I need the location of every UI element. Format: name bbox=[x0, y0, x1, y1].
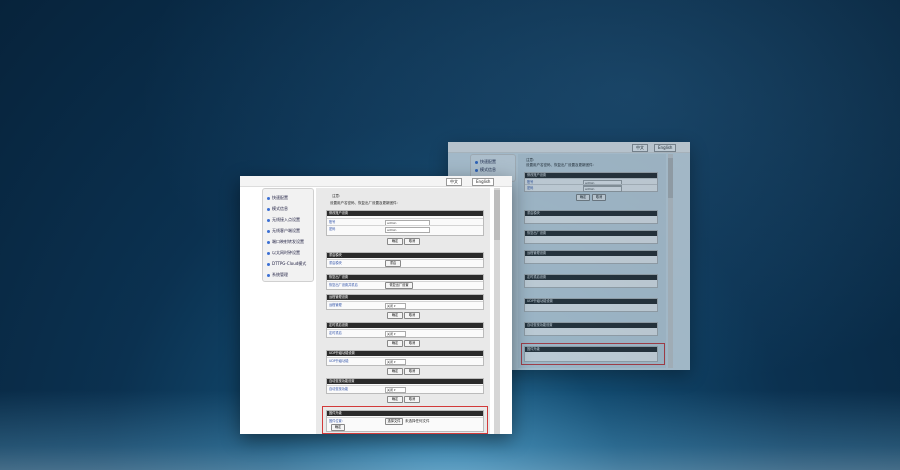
back-section-title: UDP升级功能设置 bbox=[525, 299, 657, 304]
bullet-icon bbox=[267, 262, 270, 266]
auto-cancel-button[interactable]: 取消 bbox=[404, 396, 420, 403]
timing-label: 定时重启 bbox=[329, 331, 342, 335]
back-section-reboot: 重启模块 bbox=[524, 210, 658, 224]
back-lang-zh-button[interactable]: 中文 bbox=[632, 144, 648, 152]
timing-ok-button[interactable]: 确定 bbox=[387, 340, 403, 347]
sidebar: 快速配置 模式信息 无线接入点设置 无线客户端设置 端口映射转发设置 以太网时钟… bbox=[262, 188, 314, 282]
password-input[interactable]: admin bbox=[385, 227, 430, 233]
back-section-auto: 自动查找功能设置 bbox=[524, 322, 658, 336]
back-firmware-highlight bbox=[521, 343, 665, 365]
sidebar-item-port-forward[interactable]: 端口映射转发设置 bbox=[267, 239, 304, 244]
section-remote: 远程管理设置 远程管理 关闭 ▾ bbox=[326, 294, 484, 310]
scrollbar[interactable] bbox=[494, 188, 500, 434]
section-auto-title: 自动查找功能设置 bbox=[327, 379, 483, 384]
auto-label: 自动查找功能 bbox=[329, 387, 349, 391]
back-intro-text: 设置用户名密码、恢复出厂设置及更新固件: bbox=[526, 163, 594, 167]
sidebar-item-ethernet-clock[interactable]: 以太网时钟设置 bbox=[267, 250, 300, 255]
back-account-ok-button[interactable]: 确定 bbox=[576, 194, 590, 201]
back-pass-input[interactable]: admin bbox=[583, 186, 622, 192]
intro-text: 设置用户名密码、恢复出厂设置及更新固件: bbox=[330, 201, 398, 205]
udp-ok-button[interactable]: 确定 bbox=[387, 368, 403, 375]
back-intro-note: 注意: bbox=[526, 158, 535, 162]
section-reboot-title: 重启模块 bbox=[327, 253, 483, 258]
back-section-title: 重启模块 bbox=[525, 211, 657, 216]
lang-zh-button[interactable]: 中文 bbox=[446, 178, 462, 186]
timing-cancel-button[interactable]: 取消 bbox=[404, 340, 420, 347]
back-section-udp: UDP升级功能设置 bbox=[524, 298, 658, 312]
section-udp: UDP升级功能设置 UDP升级功能 关闭 ▾ bbox=[326, 350, 484, 366]
udp-label: UDP升级功能 bbox=[329, 359, 349, 363]
scroll-thumb[interactable] bbox=[494, 190, 500, 240]
remote-select[interactable]: 关闭 ▾ bbox=[385, 303, 406, 309]
back-topbar: 中文 English bbox=[448, 142, 690, 153]
remote-cancel-button[interactable]: 取消 bbox=[404, 312, 420, 319]
bullet-icon bbox=[267, 240, 270, 244]
sidebar-item-quick-config[interactable]: 快速配置 bbox=[267, 195, 288, 200]
sidebar-item-mode-info[interactable]: 模式信息 bbox=[267, 206, 288, 211]
factory-reset-button[interactable]: 恢复出厂设置 bbox=[385, 282, 413, 289]
back-section-factory: 恢复出厂设置 bbox=[524, 230, 658, 244]
back-section-title: 定时重启设置 bbox=[525, 275, 657, 280]
back-section-title: 远程管理设置 bbox=[525, 251, 657, 256]
section-reboot: 重启模块 重启模块 重启 bbox=[326, 252, 484, 268]
bullet-icon bbox=[267, 196, 270, 200]
reboot-button[interactable]: 重启 bbox=[385, 260, 401, 267]
bullet-icon bbox=[267, 251, 270, 255]
lang-en-button[interactable]: English bbox=[472, 178, 495, 186]
udp-cancel-button[interactable]: 取消 bbox=[404, 368, 420, 375]
bullet-icon bbox=[267, 218, 270, 222]
bullet-icon bbox=[267, 207, 270, 211]
main-content: 注意: 设置用户名密码、恢复出厂设置及更新固件: 修改账户设置 账号 admin … bbox=[316, 188, 490, 434]
back-sidebar-item-quick[interactable]: 快速配置 bbox=[475, 159, 496, 164]
bullet-icon bbox=[267, 273, 270, 277]
sidebar-item-system-admin[interactable]: 系统管理 bbox=[267, 272, 288, 277]
section-account: 修改账户设置 账号 admin 密码 admin bbox=[326, 210, 484, 236]
reboot-label: 重启模块 bbox=[329, 261, 342, 265]
back-scrollbar[interactable] bbox=[668, 154, 673, 368]
back-lang-en-button[interactable]: English bbox=[654, 144, 677, 152]
section-timing: 定时重启设置 定时重启 关闭 ▾ bbox=[326, 322, 484, 338]
factory-label: 恢复出厂设置并重启 bbox=[329, 283, 358, 287]
auto-ok-button[interactable]: 确定 bbox=[387, 396, 403, 403]
section-account-title: 修改账户设置 bbox=[327, 211, 483, 216]
bullet-icon bbox=[475, 168, 478, 172]
account-cancel-button[interactable]: 取消 bbox=[404, 238, 420, 245]
back-content: 注意: 设置用户名密码、恢复出厂设置及更新固件: 修改账户设置 账号 admin … bbox=[518, 154, 666, 368]
back-section-account: 修改账户设置 账号 admin 密码 admin bbox=[524, 172, 658, 192]
topbar: 中文 English bbox=[240, 176, 512, 187]
section-factory: 恢复出厂设置 恢复出厂设置并重启 恢复出厂设置 bbox=[326, 274, 484, 290]
back-sidebar-item-mode[interactable]: 模式信息 bbox=[475, 167, 496, 172]
bullet-icon bbox=[475, 160, 478, 164]
back-section-remote: 远程管理设置 bbox=[524, 250, 658, 264]
remote-label: 远程管理 bbox=[329, 303, 342, 307]
remote-ok-button[interactable]: 确定 bbox=[387, 312, 403, 319]
section-udp-title: UDP升级功能设置 bbox=[327, 351, 483, 356]
sidebar-item-ap-settings[interactable]: 无线接入点设置 bbox=[267, 217, 300, 222]
udp-select[interactable]: 关闭 ▾ bbox=[385, 359, 406, 365]
password-label: 密码 bbox=[329, 227, 336, 231]
bullet-icon bbox=[267, 229, 270, 233]
intro-note: 注意: bbox=[332, 194, 341, 198]
section-remote-title: 远程管理设置 bbox=[327, 295, 483, 300]
back-section-title: 恢复出厂设置 bbox=[525, 231, 657, 236]
back-account-cancel-button[interactable]: 取消 bbox=[592, 194, 606, 201]
account-ok-button[interactable]: 确定 bbox=[387, 238, 403, 245]
section-factory-title: 恢复出厂设置 bbox=[327, 275, 483, 280]
firmware-highlight-box bbox=[322, 406, 488, 434]
section-timing-title: 定时重启设置 bbox=[327, 323, 483, 328]
back-section-timing: 定时重启设置 bbox=[524, 274, 658, 288]
sidebar-item-cloud-mode[interactable]: DTTPG-Cloud模式 bbox=[267, 261, 306, 266]
sidebar-item-client-settings[interactable]: 无线客户端设置 bbox=[267, 228, 300, 233]
back-pass-label: 密码 bbox=[527, 186, 534, 190]
username-label: 账号 bbox=[329, 220, 336, 224]
section-auto: 自动查找功能设置 自动查找功能 关闭 ▾ bbox=[326, 378, 484, 394]
back-scroll-thumb[interactable] bbox=[668, 158, 673, 198]
back-section-title: 自动查找功能设置 bbox=[525, 323, 657, 328]
browser-window: 中文 English 快速配置 模式信息 无线接入点设置 无线客户端设置 端口映… bbox=[240, 176, 512, 434]
auto-select[interactable]: 关闭 ▾ bbox=[385, 387, 406, 393]
timing-select[interactable]: 关闭 ▾ bbox=[385, 331, 406, 337]
